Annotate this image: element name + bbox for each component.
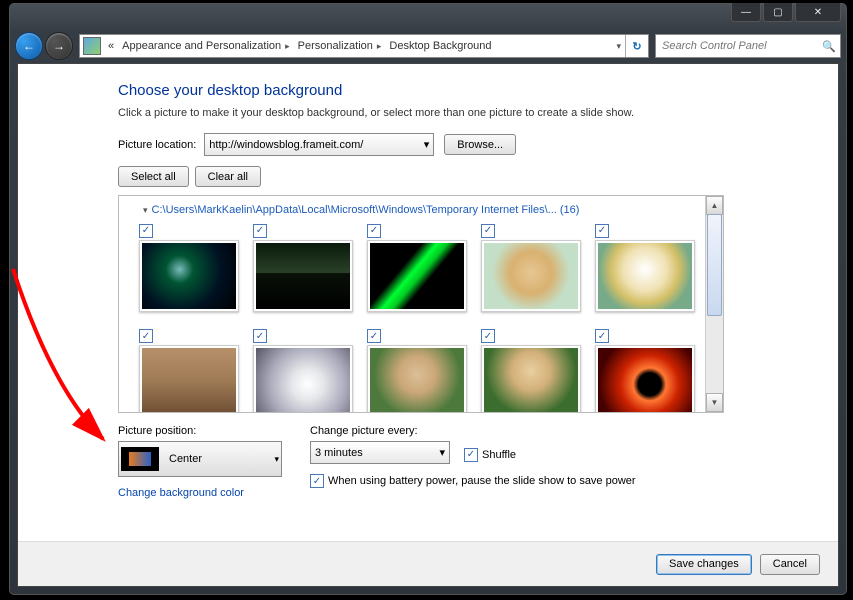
picture-gallery: ▾C:\Users\MarkKaelin\AppData\Local\Micro… (118, 195, 724, 413)
search-box[interactable]: 🔍 (655, 34, 841, 58)
thumbnail-7[interactable]: ✓ (253, 328, 351, 413)
breadcrumb-desktop-background[interactable]: Desktop Background (385, 35, 495, 57)
thumbnail-9[interactable]: ✓ (481, 328, 579, 413)
shuffle-label: Shuffle (482, 449, 516, 461)
maximize-button[interactable]: ▢ (763, 3, 793, 22)
thumbnail-image[interactable] (481, 240, 581, 312)
footer: Save changes Cancel (18, 541, 838, 586)
position-preview-icon (121, 447, 159, 471)
thumbnail-image[interactable] (367, 240, 467, 312)
breadcrumb-prefix[interactable]: « (104, 35, 118, 57)
forward-button[interactable]: → (45, 32, 73, 60)
gallery-group-header[interactable]: ▾C:\Users\MarkKaelin\AppData\Local\Micro… (143, 204, 701, 216)
battery-checkbox[interactable]: ✓ (310, 474, 324, 488)
change-background-color-link[interactable]: Change background color (118, 487, 244, 499)
picture-location-label: Picture location: (118, 139, 196, 151)
titlebar: — ▢ ✕ (9, 3, 847, 31)
thumbnail-image[interactable] (253, 240, 353, 312)
thumbnail-3[interactable]: ✓ (367, 222, 465, 312)
scroll-thumb[interactable] (707, 214, 722, 316)
browse-button[interactable]: Browse... (444, 134, 516, 155)
thumbnail-image[interactable] (253, 345, 353, 412)
thumbnail-image[interactable] (481, 345, 581, 412)
thumbnail-image[interactable] (367, 345, 467, 412)
select-all-button[interactable]: Select all (118, 166, 189, 187)
thumbnail-6[interactable]: ✓ (139, 328, 237, 413)
shuffle-checkbox[interactable]: ✓ (464, 448, 478, 462)
search-icon: 🔍 (822, 40, 836, 53)
thumbnail-image[interactable] (595, 345, 695, 412)
cancel-button[interactable]: Cancel (760, 554, 820, 575)
thumbnail-checkbox[interactable]: ✓ (367, 224, 381, 238)
thumbnail-image[interactable] (595, 240, 695, 312)
minimize-button[interactable]: — (731, 3, 761, 22)
thumbnail-4[interactable]: ✓ (481, 222, 579, 312)
page-subtitle: Click a picture to make it your desktop … (118, 107, 808, 119)
scrollbar[interactable]: ▲ ▼ (705, 196, 723, 412)
change-every-select[interactable]: 3 minutes▾ (310, 441, 450, 464)
control-panel-icon (83, 37, 101, 55)
picture-position-select[interactable]: Center ▾ (118, 441, 282, 477)
breadcrumb-personalization[interactable]: Personalization▸ (294, 35, 386, 57)
save-changes-button[interactable]: Save changes (656, 554, 752, 575)
refresh-button[interactable]: ↻ (625, 35, 648, 57)
thumbnail-8[interactable]: ✓ (367, 328, 465, 413)
picture-position-label: Picture position: (118, 425, 274, 437)
thumbnail-image[interactable] (139, 345, 239, 412)
thumbnail-5[interactable]: ✓ (595, 222, 693, 312)
thumbnail-image[interactable] (139, 240, 239, 312)
thumbnail-checkbox[interactable]: ✓ (139, 224, 153, 238)
thumbnail-grid: ✓ ✓ ✓ ✓ ✓ ✓ ✓ ✓ ✓ ✓ (127, 222, 701, 412)
thumbnail-checkbox[interactable]: ✓ (253, 224, 267, 238)
page-title: Choose your desktop background (118, 82, 808, 99)
picture-location-select[interactable]: http://windowsblog.frameit.com/▾ (204, 133, 434, 156)
control-panel-window: — ▢ ✕ ← → « Appearance and Personalizati… (8, 2, 848, 596)
thumbnail-checkbox[interactable]: ✓ (595, 329, 609, 343)
thumbnail-checkbox[interactable]: ✓ (139, 329, 153, 343)
navigation-bar: ← → « Appearance and Personalization▸ Pe… (9, 31, 847, 61)
change-every-label: Change picture every: (310, 425, 628, 437)
breadcrumb-appearance[interactable]: Appearance and Personalization▸ (118, 35, 294, 57)
content: Choose your desktop background Click a p… (18, 64, 838, 499)
clear-all-button[interactable]: Clear all (195, 166, 261, 187)
back-button[interactable]: ← (15, 32, 43, 60)
address-bar[interactable]: « Appearance and Personalization▸ Person… (79, 34, 649, 58)
thumbnail-checkbox[interactable]: ✓ (253, 329, 267, 343)
scroll-down-button[interactable]: ▼ (706, 393, 723, 412)
thumbnail-checkbox[interactable]: ✓ (481, 329, 495, 343)
close-button[interactable]: ✕ (795, 3, 841, 22)
thumbnail-1[interactable]: ✓ (139, 222, 237, 312)
thumbnail-checkbox[interactable]: ✓ (595, 224, 609, 238)
search-input[interactable] (660, 39, 822, 53)
thumbnail-10[interactable]: ✓ (595, 328, 693, 413)
thumbnail-checkbox[interactable]: ✓ (367, 329, 381, 343)
client-area: Choose your desktop background Click a p… (17, 63, 839, 587)
address-dropdown[interactable]: ▾ (608, 35, 625, 57)
thumbnail-2[interactable]: ✓ (253, 222, 351, 312)
thumbnail-checkbox[interactable]: ✓ (481, 224, 495, 238)
battery-label: When using battery power, pause the slid… (328, 475, 636, 487)
scroll-up-button[interactable]: ▲ (706, 196, 723, 215)
